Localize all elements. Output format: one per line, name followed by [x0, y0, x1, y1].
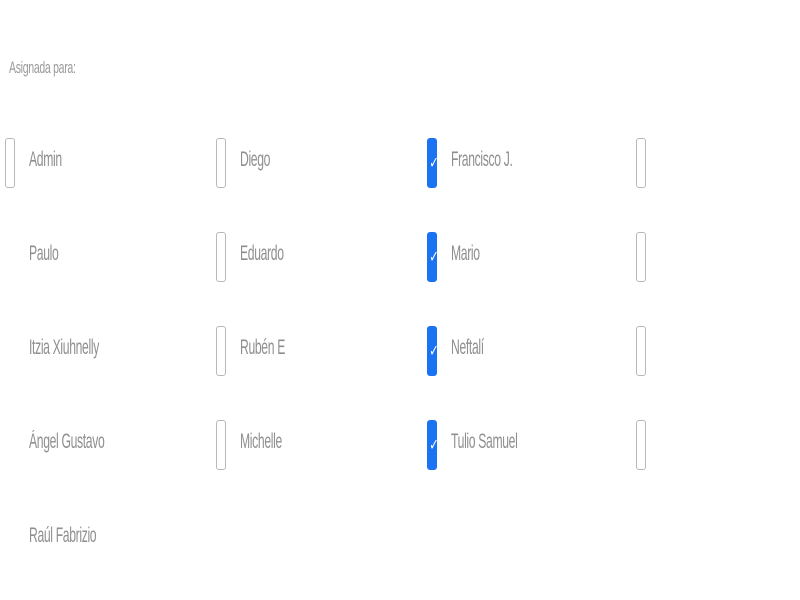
option-label: Ángel Gustavo	[29, 430, 105, 453]
option-label: Francisco J.	[451, 148, 513, 171]
checkbox-neftali[interactable]: ✓	[427, 326, 439, 376]
option-label: Raúl Fabrizio	[29, 524, 97, 547]
check-icon: ✓	[429, 341, 439, 360]
checkbox-francisco[interactable]: ✓	[427, 138, 439, 188]
option-label: Rubén E	[240, 336, 285, 359]
checkbox-unlabeled-2[interactable]	[636, 232, 646, 282]
checkbox-ruben[interactable]	[216, 326, 226, 376]
option-label: Itzia Xiuhnelly	[29, 336, 99, 359]
check-icon: ✓	[429, 435, 439, 454]
option-label: Paulo	[29, 242, 59, 265]
checkbox-diego[interactable]	[216, 138, 226, 188]
option-label: Admin	[29, 148, 62, 171]
check-icon: ✓	[429, 247, 439, 266]
option-label: Diego	[240, 148, 271, 171]
checkbox-unlabeled-1[interactable]	[636, 138, 646, 188]
assignee-checkbox-grid: Admin Diego ✓ Francisco J. Paulo Eduardo…	[0, 0, 800, 600]
checkbox-tulio[interactable]: ✓	[427, 420, 439, 470]
checkbox-unlabeled-3[interactable]	[636, 326, 646, 376]
option-label: Neftalí	[451, 336, 484, 359]
option-label: Eduardo	[240, 242, 284, 265]
checkbox-admin[interactable]	[5, 138, 15, 188]
option-label: Tulio Samuel	[451, 430, 518, 453]
checkbox-eduardo[interactable]	[216, 232, 226, 282]
checkbox-mario[interactable]: ✓	[427, 232, 439, 282]
checkbox-michelle[interactable]	[216, 420, 226, 470]
checkbox-unlabeled-4[interactable]	[636, 420, 646, 470]
option-label: Mario	[451, 242, 480, 265]
option-label: Michelle	[240, 430, 282, 453]
check-icon: ✓	[429, 153, 439, 172]
